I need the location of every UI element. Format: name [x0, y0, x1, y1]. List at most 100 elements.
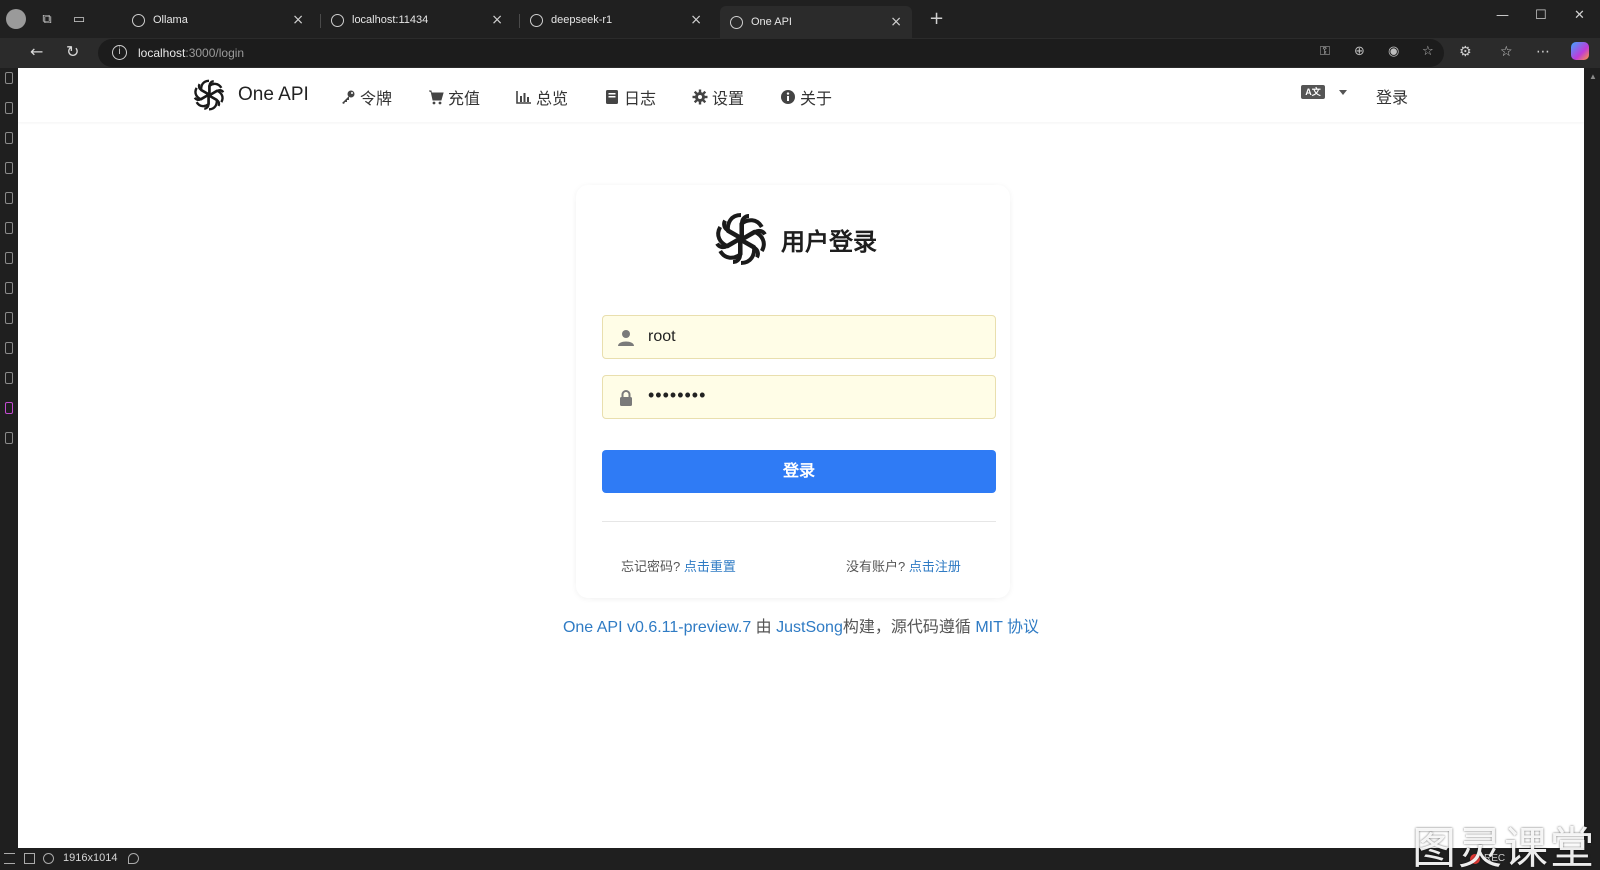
page-scrollbar[interactable]: ▲ — [1584, 68, 1600, 848]
sidebar-tab-icon[interactable] — [5, 342, 13, 354]
copilot-icon[interactable] — [1571, 42, 1589, 60]
favorites-icon[interactable]: ☆ — [1500, 44, 1513, 60]
license-link[interactable]: MIT 协议 — [975, 619, 1039, 636]
close-tab-icon[interactable]: × — [292, 12, 304, 28]
nav-item-settings[interactable]: 设置 — [692, 85, 744, 109]
nav-label: 关于 — [800, 91, 833, 108]
nav-item-dashboard[interactable]: 总览 — [516, 85, 568, 109]
register-link[interactable]: 点击注册 — [909, 559, 961, 574]
sidebar-tab-icon[interactable] — [5, 312, 13, 324]
ollama-favicon-icon — [530, 13, 543, 27]
sidebar-tab-icon[interactable] — [5, 72, 13, 84]
maximize-icon[interactable]: ☐ — [1535, 8, 1547, 23]
more-options-icon[interactable]: ⋯ — [1536, 44, 1550, 60]
sidebar-tab-icon[interactable] — [5, 372, 13, 384]
sidebar-tab-icon[interactable] — [5, 102, 13, 114]
register-row: 没有账户? 点击注册 — [846, 556, 961, 575]
author-link[interactable]: JustSong — [776, 619, 843, 636]
header-login-link[interactable]: 登录 — [1376, 84, 1408, 108]
address-toolbar: ← ↻ i localhost:3000/login ⚿ ⊕ ◉ ☆ ⚙ ☆ ⋯ — [0, 38, 1600, 68]
language-switcher[interactable]: A文 — [1301, 85, 1347, 99]
brand[interactable]: One API — [190, 76, 309, 114]
login-card-header: 用户登录 — [576, 207, 1010, 271]
scroll-up-icon[interactable]: ▲ — [1589, 72, 1597, 81]
page-footer: One API v0.6.11-preview.7 由 JustSong构建，源… — [18, 613, 1584, 637]
refresh-icon[interactable]: ↻ — [66, 42, 79, 61]
extensions-icon[interactable]: ⚙ — [1459, 44, 1472, 60]
sidebar-tab-icon[interactable] — [5, 432, 13, 444]
watermark-text: 图灵课堂 — [1412, 823, 1596, 870]
profile-avatar-icon[interactable] — [6, 9, 26, 29]
sidebar-tab-icon[interactable] — [5, 282, 13, 294]
nav-item-tokens[interactable]: 令牌 — [340, 85, 392, 109]
zoom-icon[interactable]: ⊕ — [1354, 44, 1365, 59]
close-tab-icon[interactable]: × — [690, 12, 702, 28]
sidebar-tab-icon[interactable] — [5, 222, 13, 234]
minimize-icon[interactable]: — — [1496, 8, 1509, 23]
back-icon[interactable]: ← — [30, 42, 43, 61]
site-header: One API 令牌 充值 总览 日志 设置 关于 A文 登录 — [18, 68, 1584, 122]
bar-chart-icon — [516, 91, 531, 104]
url-path: :3000/login — [185, 46, 245, 60]
sidebar-tab-icon[interactable] — [5, 162, 13, 174]
nav-label: 设置 — [712, 91, 745, 108]
site-info-icon[interactable]: i — [112, 45, 127, 60]
sidebar-tab-icon[interactable] — [5, 192, 13, 204]
url-host: localhost — [138, 46, 186, 60]
tab-title: One API — [751, 16, 792, 28]
browser-titlebar: ⧉ ▭ Ollama × localhost:11434 × deepseek-… — [0, 0, 1600, 38]
no-account-text: 没有账户? — [846, 559, 906, 574]
tab-ollama[interactable]: Ollama × — [122, 6, 314, 34]
sidebar-tab-icon[interactable] — [5, 132, 13, 144]
footer-built-text: 构建，源代码遵循 — [842, 619, 971, 636]
address-bar[interactable]: i localhost:3000/login ⚿ ⊕ ◉ ☆ — [98, 39, 1444, 67]
key-password-icon[interactable]: ⚿ — [1320, 44, 1330, 59]
openai-favicon-icon — [730, 15, 743, 29]
region-icon[interactable] — [24, 853, 35, 864]
edge-extension-icon[interactable]: ◉ — [1388, 44, 1399, 59]
forgot-password-row: 忘记密码? 点击重置 — [621, 556, 736, 575]
openai-logo-icon — [711, 213, 771, 265]
page-viewport: One API 令牌 充值 总览 日志 设置 关于 A文 登录 用户登录 roo… — [18, 68, 1584, 848]
tab-localhost-11434[interactable]: localhost:11434 × — [321, 6, 513, 34]
footer-by: 由 — [755, 619, 772, 636]
vertical-sidebar-strip — [0, 68, 18, 848]
cart-icon — [429, 90, 444, 105]
favorite-star-icon[interactable]: ☆ — [1422, 44, 1434, 59]
login-button[interactable]: 登录 — [602, 450, 996, 493]
login-card: 用户登录 root •••••••• 登录 忘记密码? 点击重置 没有账户? 点… — [576, 185, 1010, 598]
nav-label: 令牌 — [360, 91, 393, 108]
zoom-region-icon[interactable] — [43, 853, 54, 864]
tab-one-api[interactable]: One API × — [720, 6, 912, 38]
tab-actions-icon[interactable]: ▭ — [68, 8, 90, 30]
nav-item-about[interactable]: 关于 — [780, 85, 832, 109]
close-window-icon[interactable]: ✕ — [1574, 8, 1585, 23]
new-tab-icon[interactable]: + — [929, 8, 944, 29]
username-value: root — [648, 328, 676, 345]
translate-icon: A文 — [1301, 85, 1325, 99]
nav-item-logs[interactable]: 日志 — [604, 85, 656, 109]
reset-password-link[interactable]: 点击重置 — [684, 559, 736, 574]
password-field[interactable]: •••••••• — [602, 375, 996, 419]
sidebar-tab-icon[interactable] — [5, 402, 13, 414]
book-icon — [606, 90, 618, 104]
version-link[interactable]: One API v0.6.11-preview.7 — [563, 619, 751, 636]
menu-icon[interactable] — [4, 853, 15, 864]
gear-icon — [692, 89, 708, 105]
sidebar-tab-icon[interactable] — [5, 252, 13, 264]
username-field[interactable]: root — [602, 315, 996, 359]
info-icon — [781, 90, 795, 104]
key-icon — [342, 90, 355, 104]
recorder-statusbar: 1916x1014 REC — [0, 848, 1600, 870]
lock-icon — [620, 390, 632, 406]
close-tab-icon[interactable]: × — [890, 14, 902, 30]
nav-item-topup[interactable]: 充值 — [428, 85, 480, 109]
workspaces-icon[interactable]: ⧉ — [36, 8, 58, 30]
password-value: •••••••• — [648, 385, 707, 405]
close-tab-icon[interactable]: × — [491, 12, 503, 28]
url-text[interactable]: localhost:3000/login — [138, 46, 244, 60]
forgot-password-text: 忘记密码? — [621, 559, 681, 574]
tab-deepseek-r1[interactable]: deepseek-r1 × — [520, 6, 712, 34]
drop-icon[interactable] — [128, 853, 139, 864]
nav-label: 充值 — [448, 91, 481, 108]
